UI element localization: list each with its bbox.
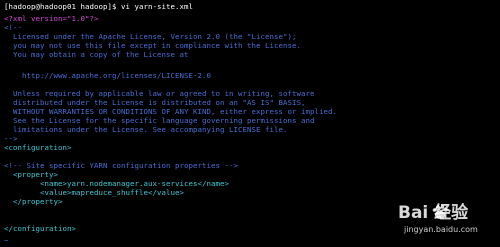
watermark-url: jingyan.baidu.com (404, 225, 478, 234)
property-close-tag: </property> (4, 197, 63, 206)
license-line: Unless required by applicable law or agr… (4, 89, 315, 98)
license-url: http://www.apache.org/licenses/LICENSE-2… (4, 71, 211, 80)
license-line: distributed under the License is distrib… (4, 98, 306, 107)
vi-empty-line-marker: ~ (4, 236, 9, 245)
configuration-open-tag: <configuration> (4, 143, 72, 152)
license-line: WITHOUT WARRANTIES OR CONDITIONS OF ANY … (4, 107, 337, 116)
configuration-close-tag: </configuration> (4, 224, 76, 233)
license-line: limitations under the License. See accom… (4, 125, 288, 134)
license-line: Licensed under the Apache License, Versi… (4, 32, 297, 41)
terminal-window[interactable]: [hadoop@hadoop01 hadoop]$ vi yarn-site.x… (0, 0, 500, 247)
property-value: <value>mapreduce_shuffle</value> (4, 188, 184, 197)
property-open-tag: <property> (4, 170, 58, 179)
baidu-paw-icon (432, 205, 448, 219)
comment-open: <!-- (4, 23, 22, 32)
site-comment: <!-- Site specific YARN configuration pr… (4, 161, 238, 170)
xml-declaration: <?xml version="1.0"?> (4, 14, 99, 23)
baidu-watermark: Bai 经验 jingyan.baidu.com (398, 203, 490, 239)
shell-prompt: [hadoop@hadoop01 hadoop]$ vi yarn-site.x… (4, 2, 193, 11)
comment-close: --> (4, 134, 18, 143)
license-line: You may obtain a copy of the License at (4, 50, 189, 59)
license-line: See the License for the specific languag… (4, 116, 315, 125)
property-name: <name>yarn.nodemanager.aux-services</nam… (4, 179, 229, 188)
license-line: you may not use this file except in comp… (4, 41, 301, 50)
